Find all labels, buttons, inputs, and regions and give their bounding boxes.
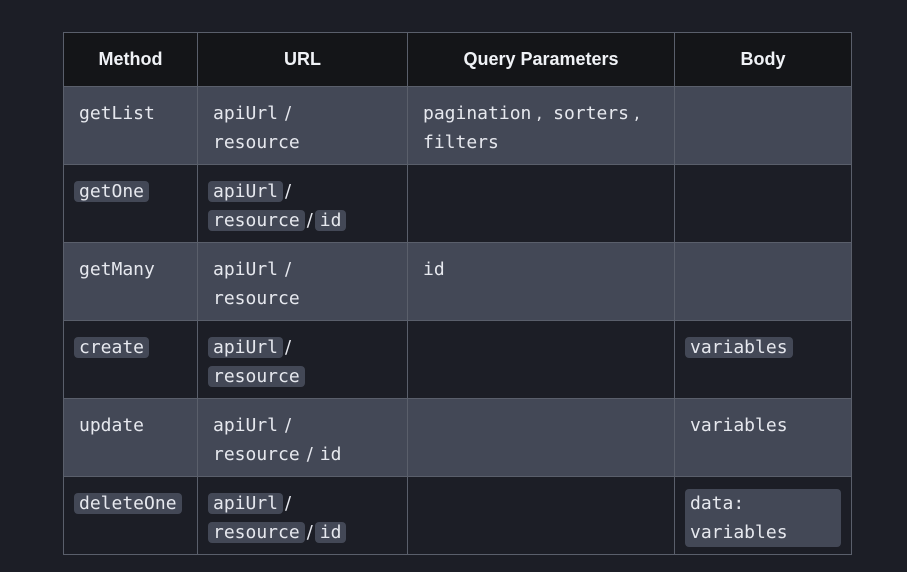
method-deleteone: deleteOne [74,493,182,514]
url-id: id [319,444,342,465]
url-separator: / [306,210,313,231]
url-separator: / [285,181,292,202]
url-resource: resource [213,132,300,153]
api-methods-table: Method URL Query Parameters Body getList… [63,32,852,555]
url-resource: resource [208,210,305,231]
body-cell: data: variables [674,476,852,555]
url-resource: resource [208,522,305,543]
url-separator: / [306,444,313,465]
method-cell: update [63,398,198,477]
url-apiurl: apiUrl [208,337,284,358]
body-variables: variables [685,337,793,358]
header-row: Method URL Query Parameters Body [63,32,852,87]
table-row-create: create apiUrl / resource variables [63,320,852,399]
url-cell: apiUrl / resource / id [197,164,408,243]
table-row-getlist: getList apiUrl / resource pagination, sort… [63,86,852,165]
url-cell: apiUrl / resource [197,242,408,321]
body-cell [674,242,852,321]
url-apiurl: apiUrl [213,259,279,280]
method-cell: getMany [63,242,198,321]
table-header: Method URL Query Parameters Body [63,32,852,87]
body-data-key: data: [690,493,745,514]
table-row-deleteone: deleteOne apiUrl / resource / id data: vari… [63,476,852,555]
table-row-getmany: getMany apiUrl / resource id [63,242,852,321]
query-cell [407,164,675,243]
table-row-update: update apiUrl / resource / id variables [63,398,852,477]
table-row-getone: getOne apiUrl / resource / id [63,164,852,243]
body-cell: variables [674,398,852,477]
url-id: id [314,210,347,231]
url-id: id [314,522,347,543]
method-cell: create [63,320,198,399]
body-cell: variables [674,320,852,399]
header-query-parameters: Query Parameters [407,32,675,87]
body-variables: variables [690,415,788,436]
url-cell: apiUrl / resource / id [197,476,408,555]
url-apiurl: apiUrl [208,181,284,202]
header-method: Method [63,32,198,87]
method-getone: getOne [74,181,150,202]
method-cell: getOne [63,164,198,243]
url-separator: / [285,259,292,280]
query-pagination: pagination [423,103,532,124]
query-sorters: sorters [553,103,629,124]
url-apiurl: apiUrl [208,493,284,514]
method-cell: getList [63,86,198,165]
method-create: create [74,337,150,358]
body-cell [674,86,852,165]
url-cell: apiUrl / resource [197,86,408,165]
method-update: update [79,415,145,436]
query-cell [407,476,675,555]
method-cell: deleteOne [63,476,198,555]
body-data-value: variables [690,522,788,543]
query-comma: , [633,103,640,124]
url-apiurl: apiUrl [213,415,279,436]
query-cell: pagination, sorters, filters [407,86,675,165]
query-filters: filters [423,132,499,153]
query-cell [407,398,675,477]
url-separator: / [285,493,292,514]
query-cell [407,320,675,399]
body-data-variables: data: variables [685,489,841,547]
query-id: id [423,259,445,280]
url-resource: resource [213,288,300,309]
method-getmany: getMany [79,259,155,280]
method-getlist: getList [79,103,155,124]
url-resource: resource [213,444,300,465]
header-url: URL [197,32,408,87]
url-resource: resource [208,366,305,387]
header-body: Body [674,32,852,87]
query-cell: id [407,242,675,321]
table-body: getList apiUrl / resource pagination, sort… [63,86,852,555]
url-cell: apiUrl / resource [197,320,408,399]
url-cell: apiUrl / resource / id [197,398,408,477]
body-cell [674,164,852,243]
url-apiurl: apiUrl [213,103,279,124]
url-separator: / [285,103,292,124]
url-separator: / [285,415,292,436]
url-separator: / [306,522,313,543]
url-separator: / [285,337,292,358]
query-comma: , [536,103,543,124]
